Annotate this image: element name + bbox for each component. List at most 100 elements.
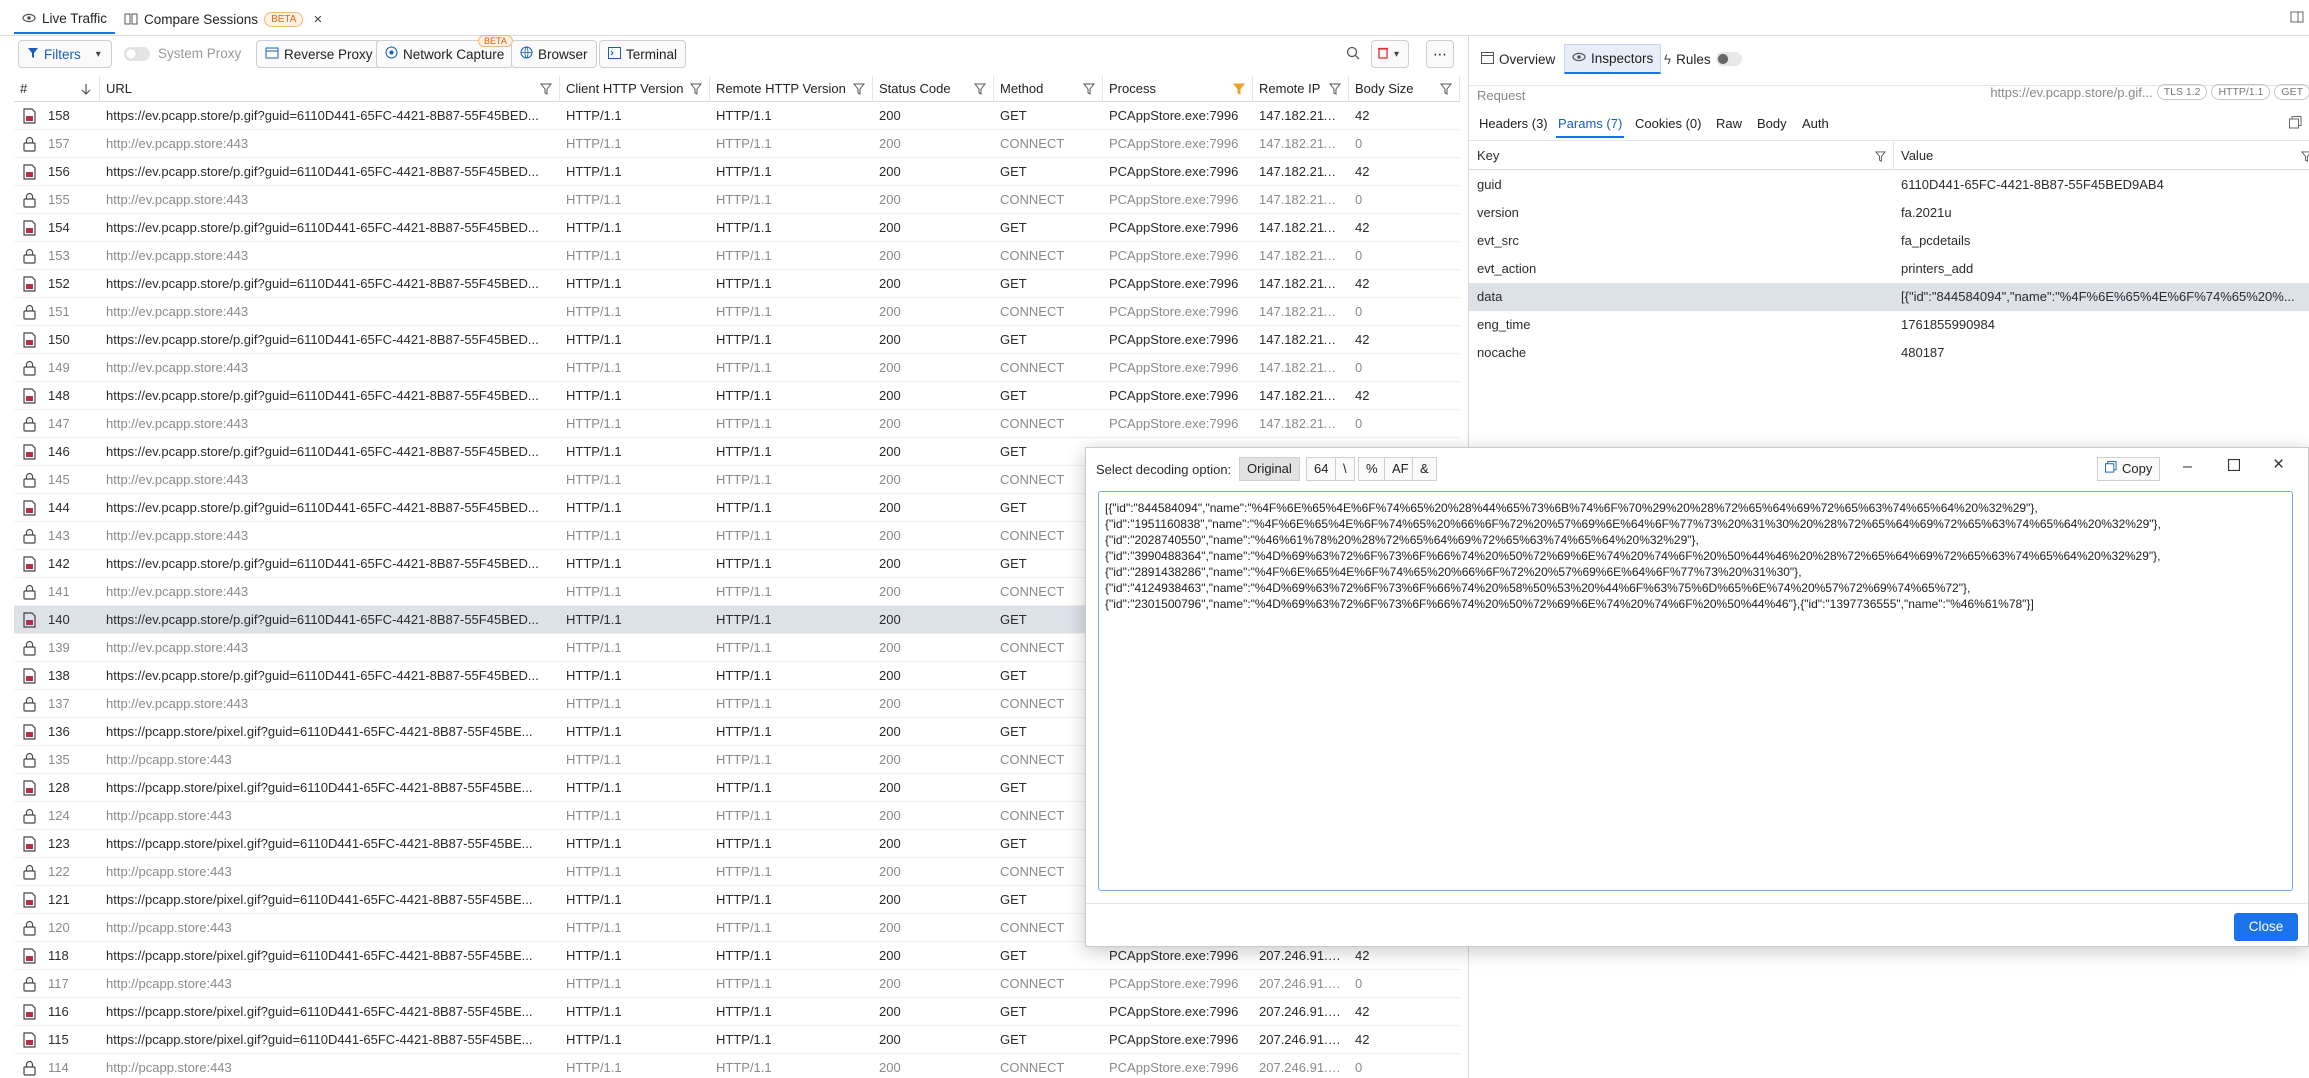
table-row[interactable]: 114 http://pcapp.store:443 HTTP/1.1 HTTP/1.… <box>14 1054 1460 1078</box>
decode-original-button[interactable]: Original <box>1239 457 1300 481</box>
table-row[interactable]: 154 https://ev.pcapp.store/p.gif?guid=611… <box>14 214 1460 242</box>
subtab-cookies[interactable]: Cookies (0) <box>1633 112 1703 138</box>
column-header-remote[interactable]: Remote HTTP Version <box>710 76 873 102</box>
tab-rules[interactable]: ϟ Rules <box>1657 44 1749 74</box>
decode-backslash-button[interactable]: \ <box>1335 457 1355 481</box>
lock-icon <box>22 416 37 432</box>
toggle-switch[interactable] <box>124 46 150 61</box>
cell-client: HTTP/1.1 <box>566 500 622 515</box>
cell-client: HTTP/1.1 <box>566 668 622 683</box>
cell-method: GET <box>1000 612 1027 627</box>
filter-icon[interactable] <box>1439 83 1453 95</box>
reverse-proxy-button[interactable]: Reverse Proxy <box>256 40 382 68</box>
decode-base64-button[interactable]: 64 <box>1306 457 1337 481</box>
param-key: guid <box>1477 177 1502 192</box>
image-file-icon <box>22 948 37 964</box>
tab-overview[interactable]: Overview <box>1474 44 1562 74</box>
cell-id: 121 <box>48 892 70 907</box>
chevron-down-icon[interactable]: ▾ <box>1394 49 1399 60</box>
table-row[interactable]: 155 http://ev.pcapp.store:443 HTTP/1.1 HTTP… <box>14 186 1460 214</box>
close-icon[interactable]: × <box>313 11 322 28</box>
decode-html-button[interactable]: & <box>1412 457 1437 481</box>
filter-icon[interactable] <box>1874 150 1887 165</box>
subtab-body[interactable]: Body <box>1755 112 1789 138</box>
column-header-process[interactable]: Process <box>1103 76 1253 102</box>
tab-compare-sessions[interactable]: Compare Sessions BETA × <box>116 4 330 34</box>
table-row[interactable]: 158 https://ev.pcapp.store/p.gif?guid=611… <box>14 102 1460 130</box>
param-row[interactable]: nocache 480187 <box>1469 339 2309 367</box>
cell-size: 42 <box>1355 276 1370 291</box>
cell-id: 146 <box>48 444 70 459</box>
maximize-icon[interactable] <box>2227 458 2241 474</box>
decode-url-button[interactable]: % <box>1358 457 1386 481</box>
rules-toggle[interactable] <box>1715 52 1742 66</box>
close-button[interactable]: Close <box>2234 913 2298 941</box>
tab-inspectors[interactable]: Inspectors <box>1564 44 1662 74</box>
param-value: fa.2021u <box>1901 205 1952 220</box>
column-header-url[interactable]: URL <box>100 76 560 102</box>
filters-button[interactable]: Filters ▾ <box>18 40 112 68</box>
terminal-button[interactable]: Terminal <box>599 40 687 68</box>
column-header-client[interactable]: Client HTTP Version <box>560 76 710 102</box>
table-row[interactable]: 148 https://ev.pcapp.store/p.gif?guid=611… <box>14 382 1460 410</box>
subtab-params[interactable]: Params (7) <box>1556 112 1625 138</box>
layout-icon[interactable] <box>2290 10 2304 24</box>
more-options-button[interactable]: ⋯ <box>1426 40 1454 68</box>
filter-icon[interactable] <box>1232 83 1246 95</box>
subtab-auth[interactable]: Auth <box>1800 112 1831 138</box>
copy-icon[interactable] <box>2289 116 2302 132</box>
table-row[interactable]: 149 http://ev.pcapp.store:443 HTTP/1.1 HTTP… <box>14 354 1460 382</box>
param-row[interactable]: evt_src fa_pcdetails <box>1469 227 2309 255</box>
param-row[interactable]: guid 6110D441-65FC-4421-8B87-55F45BED9AB4 <box>1469 171 2309 199</box>
cell-client: HTTP/1.1 <box>566 640 622 655</box>
decoded-content-textarea[interactable]: [{"id":"844584094","name":"%4F%6E%65%4E%… <box>1098 491 2293 891</box>
copy-button[interactable]: Copy <box>2097 457 2161 481</box>
subtab-raw[interactable]: Raw <box>1714 112 1744 138</box>
filter-icon[interactable] <box>973 83 987 95</box>
minimize-icon[interactable]: – <box>2183 458 2192 476</box>
table-row[interactable]: 153 http://ev.pcapp.store:443 HTTP/1.1 HTTP… <box>14 242 1460 270</box>
image-file-icon <box>22 668 37 684</box>
cell-client: HTTP/1.1 <box>566 808 622 823</box>
system-proxy-toggle[interactable]: System Proxy <box>124 46 241 61</box>
filter-icon[interactable] <box>689 83 703 95</box>
search-icon[interactable] <box>1346 46 1360 63</box>
param-row[interactable]: data [{"id":"844584094","name":"%4F%6E%65… <box>1469 283 2309 311</box>
table-row[interactable]: 117 http://pcapp.store:443 HTTP/1.1 HTTP/1.… <box>14 970 1460 998</box>
cell-size: 0 <box>1355 304 1363 319</box>
cell-remote: HTTP/1.1 <box>716 808 772 823</box>
table-row[interactable]: 157 http://ev.pcapp.store:443 HTTP/1.1 HTTP… <box>14 130 1460 158</box>
cell-status: 200 <box>879 696 901 711</box>
browser-button[interactable]: Browser <box>511 40 597 68</box>
close-icon[interactable]: × <box>2273 454 2284 476</box>
filter-icon[interactable] <box>1082 83 1096 95</box>
cell-method: CONNECT <box>1000 528 1065 543</box>
table-row[interactable]: 115 https://pcapp.store/pixel.gif?guid=61… <box>14 1026 1460 1054</box>
table-row[interactable]: 151 http://ev.pcapp.store:443 HTTP/1.1 HTTP… <box>14 298 1460 326</box>
filter-icon[interactable] <box>1328 83 1342 95</box>
table-row[interactable]: 152 https://ev.pcapp.store/p.gif?guid=611… <box>14 270 1460 298</box>
filter-icon[interactable] <box>852 83 866 95</box>
cell-client: HTTP/1.1 <box>566 472 622 487</box>
cell-method: GET <box>1000 388 1027 403</box>
filter-icon[interactable] <box>539 83 553 95</box>
table-row[interactable]: 116 https://pcapp.store/pixel.gif?guid=61… <box>14 998 1460 1026</box>
param-row[interactable]: version fa.2021u <box>1469 199 2309 227</box>
table-row[interactable]: 156 https://ev.pcapp.store/p.gif?guid=611… <box>14 158 1460 186</box>
tab-live-traffic[interactable]: Live Traffic <box>14 4 116 34</box>
clear-sessions-button[interactable]: ▾ <box>1371 40 1409 68</box>
filter-icon[interactable] <box>2300 150 2309 165</box>
param-row[interactable]: eng_time 1761855990984 <box>1469 311 2309 339</box>
param-key: nocache <box>1477 345 1527 360</box>
tab-rules-label: Rules <box>1676 51 1711 67</box>
chevron-down-icon[interactable]: ▾ <box>96 49 101 60</box>
sort-arrow-icon[interactable] <box>80 83 92 95</box>
cell-status: 200 <box>879 416 901 431</box>
cell-method: CONNECT <box>1000 808 1065 823</box>
table-row[interactable]: 147 http://ev.pcapp.store:443 HTTP/1.1 HTTP… <box>14 410 1460 438</box>
subtab-headers[interactable]: Headers (3) <box>1477 112 1550 138</box>
cell-id: 139 <box>48 640 70 655</box>
cell-status: 200 <box>879 808 901 823</box>
param-row[interactable]: evt_action printers_add <box>1469 255 2309 283</box>
table-row[interactable]: 150 https://ev.pcapp.store/p.gif?guid=611… <box>14 326 1460 354</box>
